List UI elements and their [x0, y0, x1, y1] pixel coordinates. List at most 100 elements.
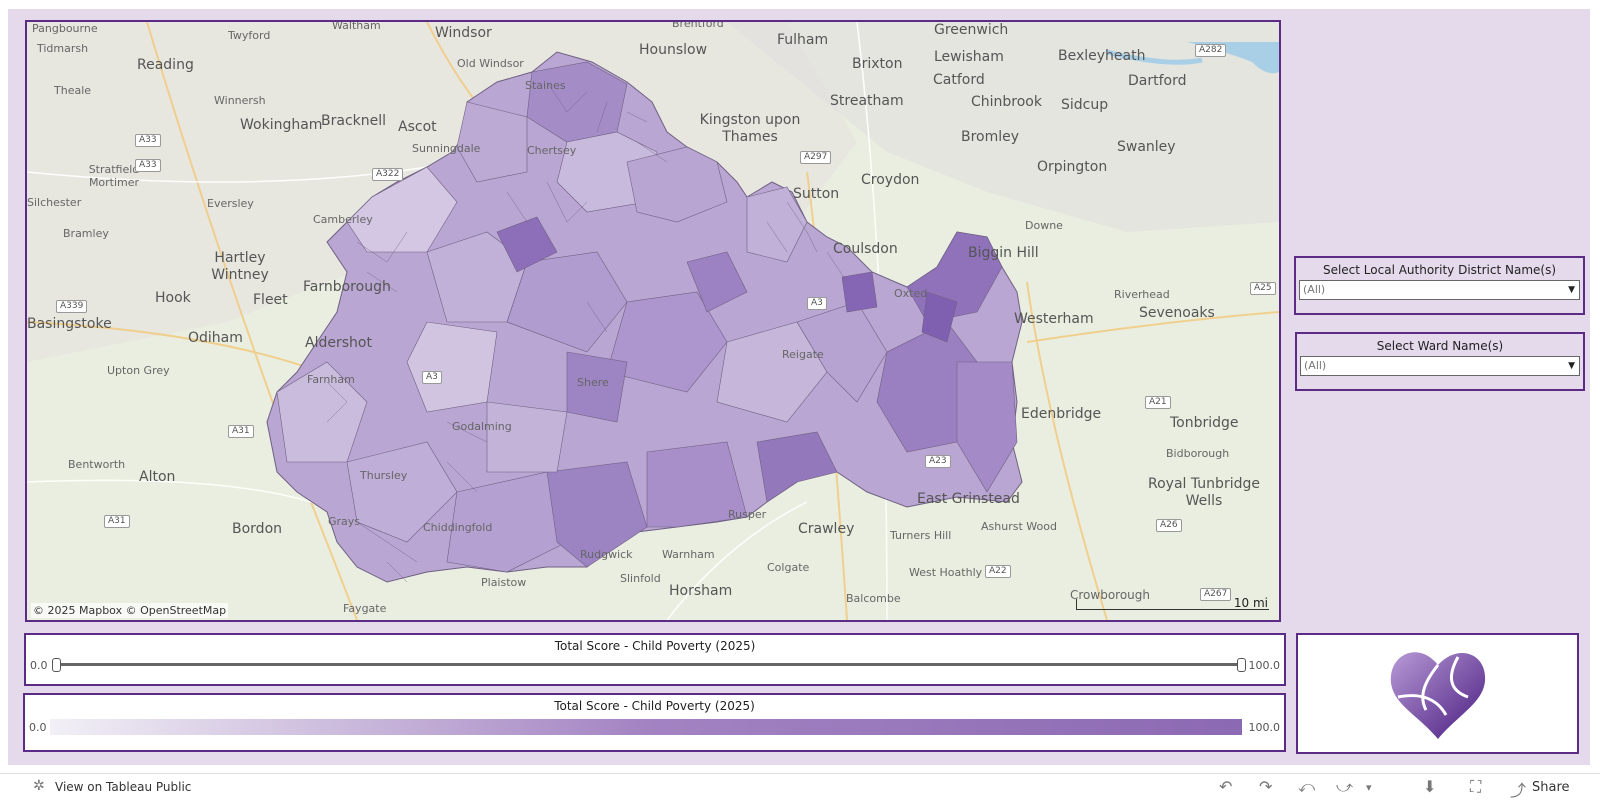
- place-label: Croydon: [861, 172, 920, 188]
- slider-min-label: 0.0: [30, 659, 48, 672]
- revert-icon[interactable]: ⤺: [1298, 777, 1315, 797]
- place-label: Warnham: [662, 548, 715, 561]
- road-shield: A3: [807, 297, 827, 310]
- ward-filter-title: Select Ward Name(s): [1376, 339, 1504, 353]
- slider-min-handle[interactable]: [52, 658, 61, 672]
- share-icon[interactable]: ⤴: [1510, 777, 1526, 801]
- place-label: Odiham: [188, 330, 243, 346]
- place-label: Ascot: [398, 119, 437, 135]
- road-shield: A297: [800, 151, 832, 164]
- road-shield: A282: [1195, 44, 1227, 57]
- place-label: Slinfold: [620, 572, 661, 585]
- place-label: Greenwich: [934, 22, 1009, 38]
- place-label: Farnborough: [303, 279, 391, 295]
- place-label: Royal Tunbridge Wells: [1148, 476, 1260, 509]
- place-label: Swanley: [1117, 139, 1176, 155]
- redo-icon[interactable]: ↷: [1259, 777, 1272, 796]
- road-shield: A26: [1156, 519, 1182, 532]
- tableau-footer: ✲ View on Tableau Public ↶ ↷ ⤺ ⤻ ▾ ⬇ ⛶ ⤴…: [0, 773, 1600, 801]
- place-label: Upton Grey: [107, 364, 170, 377]
- place-label: Catford: [933, 72, 985, 88]
- place-label: Waltham: [332, 20, 381, 32]
- place-label: Winnersh: [214, 94, 266, 107]
- road-shield: A31: [228, 425, 254, 438]
- road-shield: A25: [1250, 282, 1276, 295]
- district-filter-title: Select Local Authority District Name(s): [1322, 263, 1557, 277]
- place-label: Chertsey: [527, 144, 577, 157]
- ward-dropdown[interactable]: (All) ▼: [1300, 356, 1580, 376]
- place-label: Chiddingfold: [423, 521, 493, 534]
- place-label: Downe: [1025, 219, 1063, 232]
- place-label: Old Windsor: [457, 57, 524, 70]
- refresh-icon[interactable]: ⤻: [1336, 777, 1353, 797]
- road-shield: A33: [135, 134, 161, 147]
- undo-icon[interactable]: ↶: [1219, 777, 1232, 796]
- place-label: Tidmarsh: [37, 42, 89, 55]
- district-filter: Select Local Authority District Name(s) …: [1294, 256, 1585, 315]
- map-attribution[interactable]: © 2025 Mapbox © OpenStreetMap: [31, 603, 229, 618]
- place-label: Reigate: [782, 348, 824, 361]
- place-label: Rudgwick: [580, 548, 633, 561]
- slider-max-label: 100.0: [1248, 659, 1281, 672]
- place-label: Aldershot: [305, 335, 372, 351]
- place-label: Ashurst Wood: [981, 520, 1057, 533]
- place-label: Bramley: [63, 227, 109, 240]
- choropleth-map[interactable]: Windsor Hounslow Fulham Brixton Greenwic…: [25, 20, 1281, 622]
- place-label: Twyford: [228, 29, 271, 42]
- place-label: Shere: [577, 376, 609, 389]
- slider-track[interactable]: [52, 658, 1246, 672]
- download-icon[interactable]: ⬇: [1423, 777, 1436, 796]
- place-label: Staines: [525, 79, 566, 92]
- road-shield: A33: [135, 159, 161, 172]
- place-label: Theale: [54, 84, 92, 97]
- road-shield: A31: [104, 515, 130, 528]
- place-label: Colgate: [767, 561, 810, 574]
- place-label: Brentford: [672, 20, 724, 30]
- slider-title: Total Score - Child Poverty (2025): [554, 639, 756, 653]
- place-label: West Hoathly: [909, 566, 983, 579]
- caret-down-icon: ▼: [1568, 361, 1575, 371]
- place-label: Turners Hill: [890, 529, 952, 542]
- slider-max-handle[interactable]: [1237, 658, 1246, 672]
- place-label: Hook: [155, 290, 191, 306]
- place-label: Fleet: [253, 292, 288, 308]
- place-label: Bentworth: [68, 458, 126, 471]
- place-label: Kingston upon Thames: [699, 112, 801, 145]
- place-label: Fulham: [777, 32, 829, 48]
- road-shield: A3: [422, 371, 442, 384]
- road-shield: A339: [56, 300, 88, 313]
- place-label: Wokingham: [240, 117, 323, 133]
- share-button[interactable]: Share: [1532, 780, 1570, 795]
- place-label: Riverhead: [1114, 288, 1170, 301]
- place-label: East Grinstead: [917, 491, 1020, 507]
- road-shield: A23: [925, 455, 951, 468]
- place-label: Faygate: [343, 602, 387, 615]
- place-label: Grays: [328, 515, 361, 528]
- place-label: Eversley: [207, 197, 254, 210]
- place-label: Crawley: [798, 521, 855, 537]
- place-label: Thursley: [360, 469, 408, 482]
- place-label: Basingstoke: [27, 316, 112, 332]
- place-label: Hounslow: [639, 42, 708, 58]
- score-range-slider: Total Score - Child Poverty (2025) 0.0 1…: [24, 633, 1286, 686]
- place-label: Edenbridge: [1021, 406, 1102, 422]
- place-label: Balcombe: [846, 592, 901, 605]
- place-label: Bromley: [961, 129, 1020, 145]
- place-label: Camberley: [313, 213, 373, 226]
- view-on-tableau-public-link[interactable]: View on Tableau Public: [55, 780, 191, 794]
- district-dropdown[interactable]: (All) ▼: [1299, 280, 1580, 300]
- fullscreen-icon[interactable]: ⛶: [1470, 777, 1481, 797]
- map-scale-label: 10 mi: [1233, 596, 1268, 610]
- tableau-logo-icon: ✲: [33, 778, 45, 794]
- caret-down-icon: ▼: [1568, 285, 1575, 295]
- place-label: Sidcup: [1061, 97, 1109, 113]
- road-shield: A322: [372, 168, 404, 181]
- place-label: Bidborough: [1166, 447, 1230, 460]
- place-label: Dartford: [1128, 73, 1187, 89]
- place-label: Reading: [137, 57, 194, 73]
- legend-min-label: 0.0: [29, 721, 47, 734]
- place-label: Pangbourne: [32, 22, 98, 35]
- place-label: Tonbridge: [1170, 415, 1239, 431]
- pause-dropdown-icon[interactable]: ▾: [1366, 781, 1372, 794]
- color-legend: Total Score - Child Poverty (2025) 0.0 1…: [23, 693, 1286, 752]
